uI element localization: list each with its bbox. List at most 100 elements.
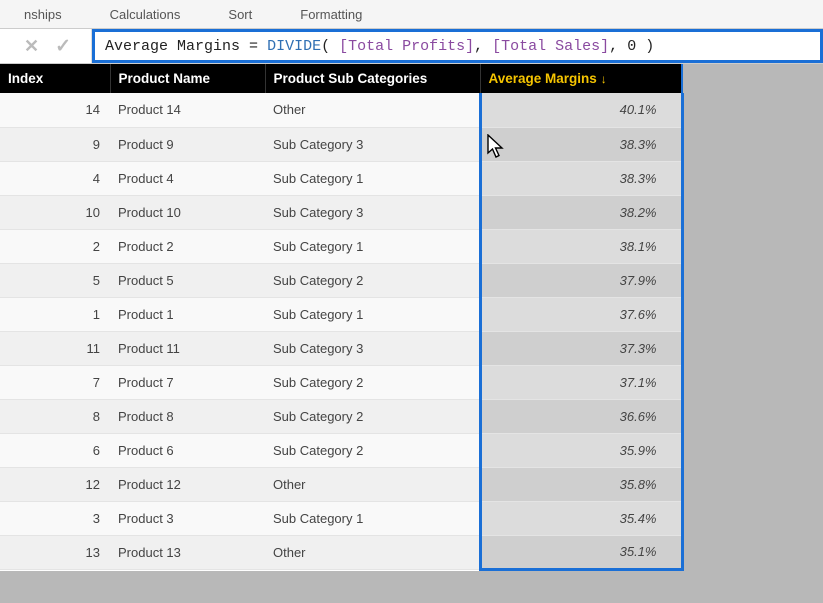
cell-average-margin: 36.6%: [480, 399, 682, 433]
table-row[interactable]: 6Product 6Sub Category 235.9%: [0, 433, 682, 467]
cell-index: 9: [0, 127, 110, 161]
ribbon-tab-relationships[interactable]: nships: [0, 7, 86, 22]
cell-average-margin: 37.3%: [480, 331, 682, 365]
cell-sub-category: Sub Category 3: [265, 331, 480, 365]
cell-product-name: Product 1: [110, 297, 265, 331]
col-header-product-name[interactable]: Product Name: [110, 64, 265, 93]
col-header-index[interactable]: Index: [0, 64, 110, 93]
cell-index: 5: [0, 263, 110, 297]
cell-sub-category: Sub Category 2: [265, 399, 480, 433]
cell-product-name: Product 6: [110, 433, 265, 467]
cell-index: 14: [0, 93, 110, 127]
cell-product-name: Product 12: [110, 467, 265, 501]
cell-index: 11: [0, 331, 110, 365]
formula-buttons: ✕ ✓: [0, 29, 92, 63]
cell-product-name: Product 13: [110, 535, 265, 569]
col-header-sub-categories[interactable]: Product Sub Categories: [265, 64, 480, 93]
formula-input[interactable]: Average Margins = DIVIDE( [Total Profits…: [92, 29, 823, 63]
cell-average-margin: 38.1%: [480, 229, 682, 263]
ribbon-tab-formatting[interactable]: Formatting: [276, 7, 386, 22]
cell-sub-category: Other: [265, 535, 480, 569]
formula-close: ): [636, 38, 654, 55]
table-row[interactable]: 14Product 14Other40.1%: [0, 93, 682, 127]
cell-index: 13: [0, 535, 110, 569]
cell-index: 8: [0, 399, 110, 433]
col-header-average-margins[interactable]: Average Margins ↓: [480, 64, 682, 93]
cell-average-margin: 37.6%: [480, 297, 682, 331]
cell-product-name: Product 11: [110, 331, 265, 365]
cell-index: 4: [0, 161, 110, 195]
cell-index: 3: [0, 501, 110, 535]
table-row[interactable]: 2Product 2Sub Category 138.1%: [0, 229, 682, 263]
cell-index: 10: [0, 195, 110, 229]
cell-index: 12: [0, 467, 110, 501]
formula-arg3: 0: [627, 38, 636, 55]
cell-index: 6: [0, 433, 110, 467]
cell-product-name: Product 4: [110, 161, 265, 195]
table-row[interactable]: 1Product 1Sub Category 137.6%: [0, 297, 682, 331]
formula-ref2: [Total Sales]: [492, 38, 609, 55]
cell-product-name: Product 3: [110, 501, 265, 535]
cell-average-margin: 38.3%: [480, 127, 682, 161]
cell-index: 2: [0, 229, 110, 263]
formula-sep1: ,: [474, 38, 492, 55]
data-table-wrap: Index Product Name Product Sub Categorie…: [0, 64, 682, 571]
cell-index: 1: [0, 297, 110, 331]
table-row[interactable]: 11Product 11Sub Category 337.3%: [0, 331, 682, 365]
table-row[interactable]: 3Product 3Sub Category 135.4%: [0, 501, 682, 535]
cell-sub-category: Sub Category 2: [265, 433, 480, 467]
cell-sub-category: Sub Category 1: [265, 161, 480, 195]
table-row[interactable]: 7Product 7Sub Category 237.1%: [0, 365, 682, 399]
cell-product-name: Product 9: [110, 127, 265, 161]
cell-sub-category: Sub Category 2: [265, 365, 480, 399]
table-row[interactable]: 8Product 8Sub Category 236.6%: [0, 399, 682, 433]
formula-sep2: ,: [609, 38, 627, 55]
data-table[interactable]: Index Product Name Product Sub Categorie…: [0, 64, 684, 571]
cell-average-margin: 38.3%: [480, 161, 682, 195]
table-row[interactable]: 9Product 9Sub Category 338.3%: [0, 127, 682, 161]
table-row[interactable]: 4Product 4Sub Category 138.3%: [0, 161, 682, 195]
cell-average-margin: 38.2%: [480, 195, 682, 229]
ribbon-tabs: nships Calculations Sort Formatting: [0, 0, 823, 28]
commit-formula-icon[interactable]: ✓: [55, 37, 71, 56]
cell-product-name: Product 14: [110, 93, 265, 127]
sort-desc-icon: ↓: [601, 72, 607, 86]
table-row[interactable]: 5Product 5Sub Category 237.9%: [0, 263, 682, 297]
table-row[interactable]: 10Product 10Sub Category 338.2%: [0, 195, 682, 229]
cell-sub-category: Sub Category 1: [265, 501, 480, 535]
cell-average-margin: 37.9%: [480, 263, 682, 297]
cell-average-margin: 37.1%: [480, 365, 682, 399]
cell-average-margin: 35.9%: [480, 433, 682, 467]
formula-func: DIVIDE: [267, 38, 321, 55]
formula-bar: ✕ ✓ Average Margins = DIVIDE( [Total Pro…: [0, 28, 823, 64]
cell-sub-category: Sub Category 2: [265, 263, 480, 297]
cell-average-margin: 35.4%: [480, 501, 682, 535]
cell-sub-category: Other: [265, 93, 480, 127]
cell-product-name: Product 7: [110, 365, 265, 399]
cell-average-margin: 35.1%: [480, 535, 682, 569]
cell-product-name: Product 8: [110, 399, 265, 433]
cancel-formula-icon[interactable]: ✕: [24, 37, 39, 55]
cell-sub-category: Sub Category 1: [265, 229, 480, 263]
cell-product-name: Product 2: [110, 229, 265, 263]
formula-measure-name: Average Margins: [105, 38, 240, 55]
table-header-row: Index Product Name Product Sub Categorie…: [0, 64, 682, 93]
formula-open: (: [321, 38, 339, 55]
formula-ref1: [Total Profits]: [339, 38, 474, 55]
col-header-average-margins-label: Average Margins: [489, 71, 597, 86]
cell-average-margin: 40.1%: [480, 93, 682, 127]
cell-sub-category: Sub Category 1: [265, 297, 480, 331]
cell-sub-category: Sub Category 3: [265, 127, 480, 161]
formula-equals: =: [240, 38, 267, 55]
cell-product-name: Product 5: [110, 263, 265, 297]
cell-product-name: Product 10: [110, 195, 265, 229]
ribbon-tab-calculations[interactable]: Calculations: [86, 7, 205, 22]
table-body: 14Product 14Other40.1%9Product 9Sub Cate…: [0, 93, 682, 569]
table-row[interactable]: 13Product 13Other35.1%: [0, 535, 682, 569]
cell-index: 7: [0, 365, 110, 399]
ribbon-tab-sort[interactable]: Sort: [204, 7, 276, 22]
table-row[interactable]: 12Product 12Other35.8%: [0, 467, 682, 501]
cell-average-margin: 35.8%: [480, 467, 682, 501]
cell-sub-category: Other: [265, 467, 480, 501]
cell-sub-category: Sub Category 3: [265, 195, 480, 229]
